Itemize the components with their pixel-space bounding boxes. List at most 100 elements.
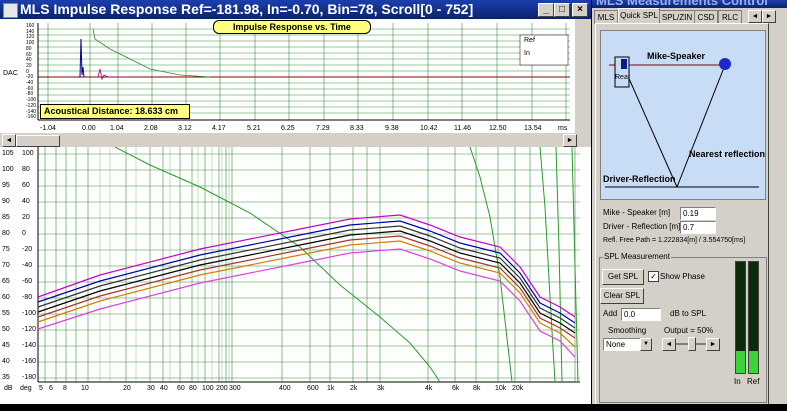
freq-x-tick: 20 <box>123 385 131 392</box>
impulse-x-tick: 5.21 <box>247 125 261 132</box>
freq-x-tick: 10k <box>495 385 507 392</box>
clear-spl-button[interactable]: Clear SPL <box>600 288 644 304</box>
minimize-icon[interactable]: _ <box>538 3 554 17</box>
tab-quick-spl[interactable]: Quick SPL <box>618 8 660 24</box>
mike-speaker-diagram-label: Mike-Speaker <box>647 51 706 61</box>
impulse-x-tick: 3.12 <box>178 125 192 132</box>
freq-x-tick: 80 <box>189 385 197 392</box>
window-title: MLS Impulse Response Ref=-181.98, In=-0.… <box>20 1 474 17</box>
dac-label: DAC <box>3 70 18 77</box>
mls-control-titlebar[interactable]: MLS Measurements Control <box>592 0 787 8</box>
db-tick: 70 <box>2 262 10 269</box>
tab-scroll-right-icon[interactable]: ► <box>762 10 776 23</box>
mike-speaker-label: Mike - Speaker [m] <box>603 208 671 217</box>
impulse-x-tick: 1.04 <box>110 125 124 132</box>
freq-x-tick: 400 <box>279 385 291 392</box>
impulse-vertical-scrollbar[interactable] <box>575 19 591 133</box>
meter-in-label: In <box>734 377 741 386</box>
get-spl-button[interactable]: Get SPL <box>602 269 644 285</box>
freq-x-tick: 8k <box>473 385 481 392</box>
show-phase-label: Show Phase <box>660 272 705 281</box>
db-tick: 45 <box>2 342 10 349</box>
freq-x-tick: 3k <box>377 385 385 392</box>
db-tick: 85 <box>2 214 10 221</box>
legend-ref: Ref <box>524 37 535 44</box>
deg-tick: 100 <box>22 150 34 157</box>
driver-reflection-diagram-label: Driver-Reflection <box>603 174 676 184</box>
deg-tick: -60 <box>22 278 33 285</box>
deg-tick: -100 <box>22 310 37 317</box>
deg-unit: deg <box>20 385 32 392</box>
maximize-icon[interactable]: □ <box>554 3 570 17</box>
free-path-readout: Refl. Free Path = 1.222834[m] / 3.554750… <box>603 237 746 244</box>
driver-reflection-input[interactable]: 0.7 <box>680 221 716 234</box>
db-tick: 90 <box>2 198 10 205</box>
freq-x-tick: 100 <box>202 385 214 392</box>
deg-tick: 80 <box>22 166 30 173</box>
rear-label: Rear <box>615 74 631 81</box>
deg-tick: -160 <box>22 358 37 365</box>
impulse-x-tick: 11.46 <box>454 125 471 132</box>
spl-group-label: SPL Measurement <box>603 252 671 261</box>
freq-x-tick: 20k <box>512 385 524 392</box>
show-phase-checkbox[interactable]: ✓ <box>648 271 659 282</box>
smoothing-label: Smoothing <box>608 326 647 335</box>
output-slider-thumb[interactable] <box>688 337 696 351</box>
output-increase-icon[interactable]: ► <box>706 338 720 351</box>
close-icon[interactable]: × <box>572 3 588 17</box>
db-tick: 55 <box>2 310 10 317</box>
db-tick: 60 <box>2 294 10 301</box>
acoustic-distance: Acoustical Distance: 18.633 cm <box>40 104 190 119</box>
driver-reflection-label: Driver - Reflection [m] <box>603 222 681 231</box>
scroll-thumb[interactable] <box>16 135 60 147</box>
impulse-window-titlebar[interactable]: MLS Impulse Response Ref=-181.98, In=-0.… <box>0 0 591 19</box>
tab-mls[interactable]: MLS <box>594 10 618 24</box>
taskbar-strip <box>0 404 787 411</box>
meter-ref-label: Ref <box>747 377 760 386</box>
reflection-diagram: Mike-Speaker Rear Nearest reflection Dri… <box>600 30 766 200</box>
tab-csd[interactable]: CSD <box>694 10 718 24</box>
freq-x-tick: 4k <box>425 385 433 392</box>
frequency-response-panel: 105 100 95 90 85 80 75 70 65 60 55 50 45 40 35 100 80 60 4… <box>0 147 591 404</box>
tab-rlc[interactable]: RLC <box>718 10 742 24</box>
deg-tick: 0 <box>22 230 26 237</box>
deg-tick: -140 <box>22 342 37 349</box>
db-tick: 105 <box>2 150 14 157</box>
freq-x-tick: 6 <box>49 385 53 392</box>
app-icon <box>3 3 18 18</box>
db-tick: 95 <box>2 182 10 189</box>
scroll-right-icon[interactable]: ► <box>563 134 577 147</box>
freq-x-tick: 40 <box>160 385 168 392</box>
freq-x-tick: 6k <box>452 385 460 392</box>
deg-tick: -40 <box>22 262 33 269</box>
db-to-spl-label: dB to SPL <box>670 309 707 318</box>
impulse-x-tick: 13.54 <box>524 125 542 132</box>
add-db-input[interactable]: 0.0 <box>621 308 661 321</box>
db-tick: 40 <box>2 358 10 365</box>
impulse-x-unit: ms <box>558 125 568 132</box>
output-label: Output = 50% <box>664 326 714 335</box>
impulse-x-tick: 4.17 <box>212 125 226 132</box>
impulse-chart-title: Impulse Response vs. Time <box>213 20 371 34</box>
tab-spl-zin[interactable]: SPL/ZIN <box>659 10 695 24</box>
db-tick: 50 <box>2 326 10 333</box>
deg-tick: -80 <box>22 294 33 301</box>
db-tick: 65 <box>2 278 10 285</box>
chevron-down-icon[interactable]: ▼ <box>640 338 652 351</box>
freq-x-tick: 300 <box>229 385 241 392</box>
db-tick: 80 <box>2 230 10 237</box>
freq-x-tick: 10 <box>81 385 89 392</box>
freq-x-tick: 2k <box>350 385 358 392</box>
impulse-horizontal-scrollbar[interactable]: ◄ ► <box>0 133 591 147</box>
scroll-left-icon[interactable]: ◄ <box>2 134 16 147</box>
impulse-x-tick: 10.42 <box>420 125 438 132</box>
legend-in: In <box>524 50 530 57</box>
tab-scroll-left-icon[interactable]: ◄ <box>748 10 762 23</box>
output-decrease-icon[interactable]: ◄ <box>662 338 676 351</box>
mike-speaker-input[interactable]: 0.19 <box>680 207 716 220</box>
deg-tick: 40 <box>22 198 30 205</box>
impulse-x-tick: 9.38 <box>385 125 399 132</box>
impulse-x-tick: 12.50 <box>489 125 507 132</box>
db-unit: dB <box>4 385 13 392</box>
impulse-x-tick: 7.29 <box>316 125 330 132</box>
